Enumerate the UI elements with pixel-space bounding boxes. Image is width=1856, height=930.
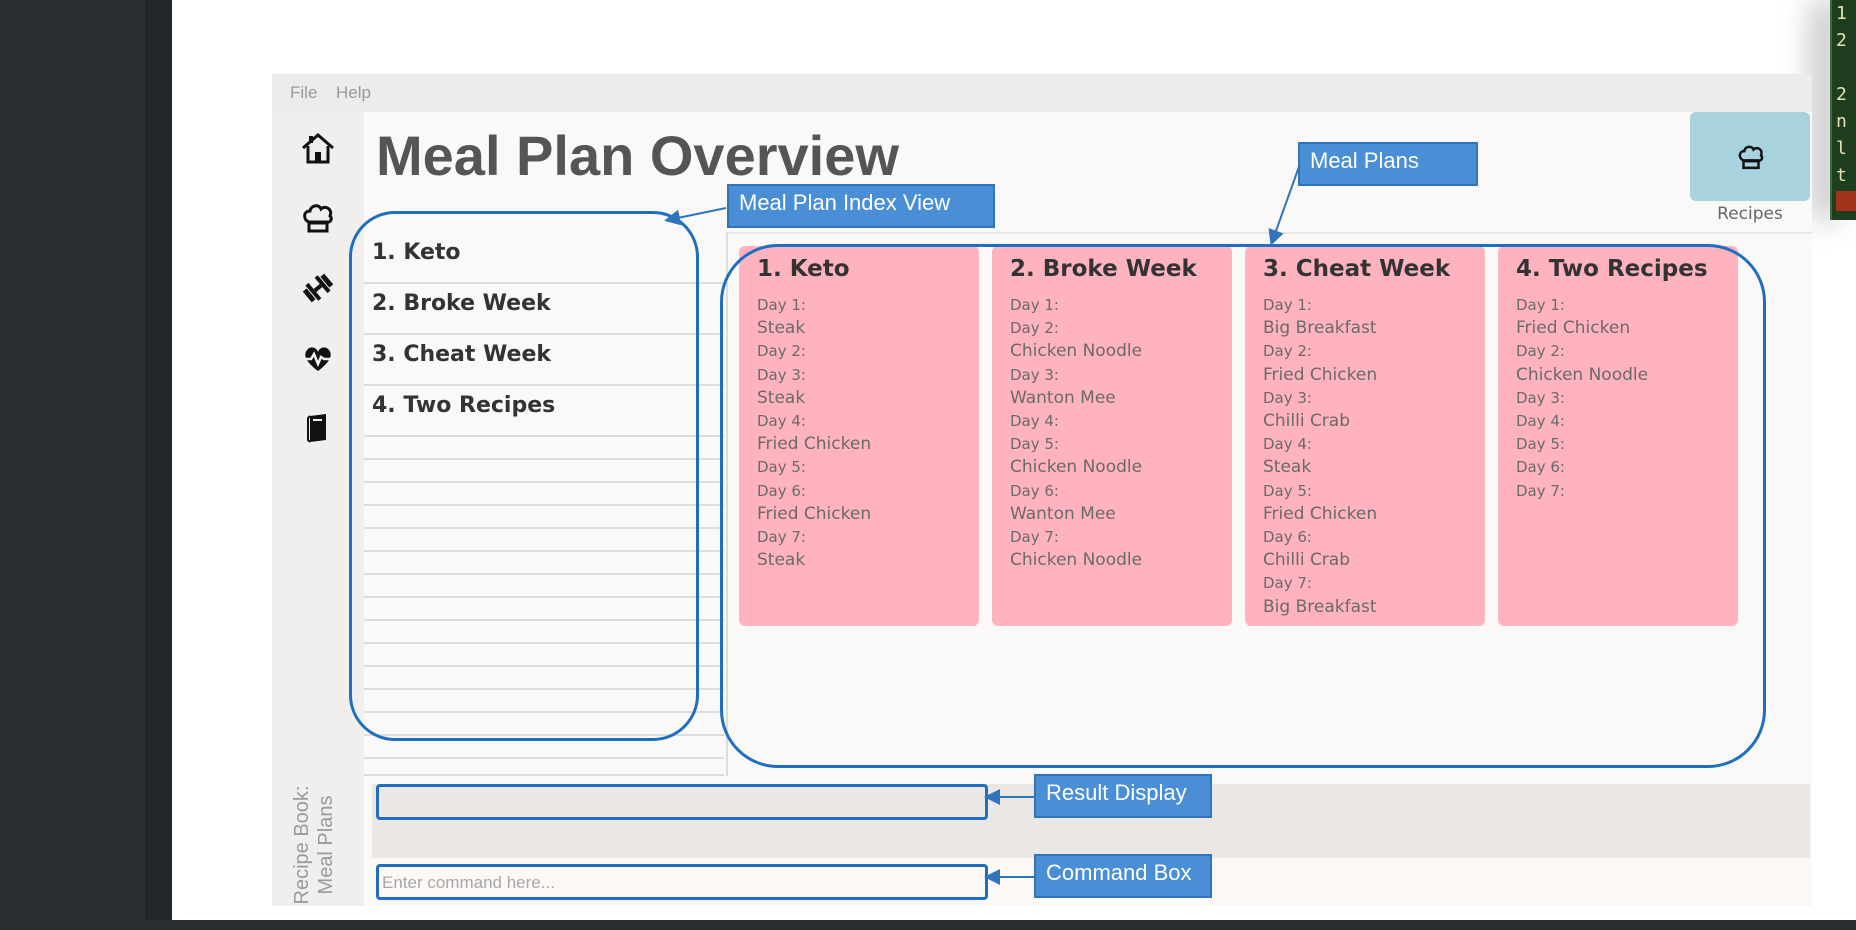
callout-result-display: Result Display <box>1034 774 1212 818</box>
annotation-arrows <box>664 163 1301 885</box>
callout-index-view: Meal Plan Index View <box>727 184 995 228</box>
callout-meal-plans: Meal Plans <box>1298 142 1478 186</box>
callout-command-box: Command Box <box>1034 854 1212 898</box>
